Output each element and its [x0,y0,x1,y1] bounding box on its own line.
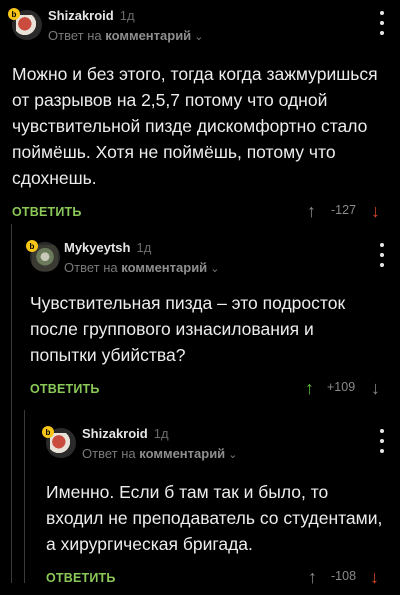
comment-text: Именно. Если б там так и было, то входил… [46,482,383,554]
username-text[interactable]: Shizakroid [48,8,114,23]
arrow-down-icon[interactable]: ↓ [371,378,380,399]
reply-to-prefix: Ответ на [82,446,136,461]
reply-button[interactable]: ОТВЕТИТЬ [12,205,82,219]
thread-line-level-2 [24,410,25,583]
arrow-down-icon[interactable]: ↓ [370,567,379,588]
score: -127 [331,203,357,217]
comment-footer: ОТВЕТИТЬ ↑ -127 ↓ [12,201,388,229]
reply-to: Ответ на комментарий ⌄ [82,446,237,461]
chevron-down-icon[interactable]: ⌄ [194,30,203,43]
avatar-image [50,433,72,455]
reply-to-link[interactable]: комментарий [139,446,225,461]
comment: b Mykyeytsh 1д Ответ на комментарий ⌄ Чувс… [26,240,388,406]
comment-footer: ОТВЕТИТЬ ↑ +109 ↓ [30,378,388,406]
username-text[interactable]: Mykyeytsh [64,240,130,255]
username[interactable]: Shizakroid 1д [82,426,169,441]
user-badge-icon: b [8,8,20,20]
chevron-down-icon[interactable]: ⌄ [228,448,237,461]
comment: b Shizakroid 1д Ответ на комментарий ⌄ Мож… [8,8,388,229]
avatar-image [16,15,38,37]
reply-to-prefix: Ответ на [64,260,118,275]
reply-to-link[interactable]: комментарий [105,28,191,43]
reply-to: Ответ на комментарий ⌄ [64,260,219,275]
comment: b Shizakroid 1д Ответ на комментарий ⌄ Име… [42,426,388,595]
comment-time: 1д [153,426,169,441]
reply-button[interactable]: ОТВЕТИТЬ [30,382,100,396]
comment-footer: ОТВЕТИТЬ ↑ -108 ↓ [46,567,388,595]
user-badge-icon: b [26,240,38,252]
more-options-icon[interactable] [376,240,388,270]
comment-text: Чувствительная пизда – это подросток пос… [30,293,346,365]
chevron-down-icon[interactable]: ⌄ [210,262,219,275]
thread-line-level-1 [11,224,12,583]
comment-header: b Mykyeytsh 1д Ответ на комментарий ⌄ [26,240,388,286]
reply-to: Ответ на комментарий ⌄ [48,28,203,43]
user-badge-icon: b [42,426,54,438]
score: -108 [331,569,357,583]
reply-to-link[interactable]: комментарий [121,260,207,275]
username[interactable]: Shizakroid 1д [48,8,135,23]
arrow-up-icon[interactable]: ↑ [308,567,317,588]
username[interactable]: Mykyeytsh 1д [64,240,151,255]
arrow-down-icon[interactable]: ↓ [371,201,380,222]
comment-header: b Shizakroid 1д Ответ на комментарий ⌄ [42,426,388,472]
reply-to-prefix: Ответ на [48,28,102,43]
arrow-up-icon[interactable]: ↑ [305,378,314,399]
arrow-up-icon[interactable]: ↑ [307,201,316,222]
comment-text: Можно и без этого, тогда когда зажмуришь… [12,64,378,188]
comment-header: b Shizakroid 1д Ответ на комментарий ⌄ [8,8,388,54]
more-options-icon[interactable] [376,8,388,38]
comment-time: 1д [119,8,135,23]
comment-time: 1д [136,240,152,255]
username-text[interactable]: Shizakroid [82,426,148,441]
more-options-icon[interactable] [376,426,388,456]
score: +109 [327,380,356,394]
